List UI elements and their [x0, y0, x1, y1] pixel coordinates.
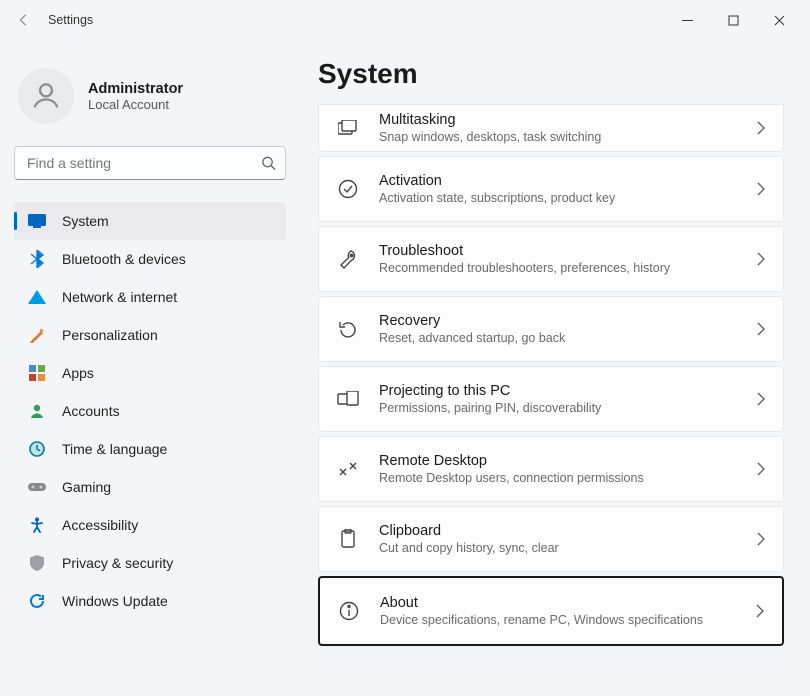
card-about[interactable]: About Device specifications, rename PC, …: [318, 576, 784, 646]
nav-label: Privacy & security: [62, 555, 173, 571]
nav-label: Network & internet: [62, 289, 177, 305]
card-list: Multitasking Snap windows, desktops, tas…: [318, 104, 784, 646]
chevron-right-icon: [757, 322, 765, 336]
user-profile[interactable]: Administrator Local Account: [18, 68, 282, 124]
nav-item-apps[interactable]: Apps: [14, 354, 286, 392]
nav-label: Accounts: [62, 403, 120, 419]
card-activation[interactable]: Activation Activation state, subscriptio…: [318, 156, 784, 222]
multitasking-icon: [337, 117, 359, 139]
activation-icon: [337, 178, 359, 200]
card-remote[interactable]: Remote Desktop Remote Desktop users, con…: [318, 436, 784, 502]
card-multitasking[interactable]: Multitasking Snap windows, desktops, tas…: [318, 104, 784, 152]
nav-item-system[interactable]: System: [14, 202, 286, 240]
card-title: Remote Desktop: [379, 453, 757, 469]
nav-label: Personalization: [62, 327, 158, 343]
nav-list: System Bluetooth & devices Network & int…: [14, 202, 286, 620]
chevron-right-icon: [757, 392, 765, 406]
card-title: Recovery: [379, 313, 757, 329]
sidebar: Administrator Local Account System Bluet…: [0, 40, 300, 696]
nav-label: Gaming: [62, 479, 111, 495]
accessibility-icon: [28, 516, 46, 534]
card-sub: Reset, advanced startup, go back: [379, 331, 757, 345]
chevron-right-icon: [757, 252, 765, 266]
system-icon: [28, 212, 46, 230]
chevron-right-icon: [757, 182, 765, 196]
nav-item-update[interactable]: Windows Update: [14, 582, 286, 620]
card-title: About: [380, 595, 756, 611]
nav-label: System: [62, 213, 109, 229]
card-recovery[interactable]: Recovery Reset, advanced startup, go bac…: [318, 296, 784, 362]
minimize-button[interactable]: [664, 4, 710, 36]
card-sub: Device specifications, rename PC, Window…: [380, 613, 756, 627]
privacy-icon: [28, 554, 46, 572]
search-icon: [261, 156, 276, 171]
window-title: Settings: [48, 13, 93, 27]
nav-label: Windows Update: [62, 593, 168, 609]
window-controls: [664, 4, 802, 36]
card-title: Projecting to this PC: [379, 383, 757, 399]
card-sub: Activation state, subscriptions, product…: [379, 191, 757, 205]
nav-item-accessibility[interactable]: Accessibility: [14, 506, 286, 544]
maximize-button[interactable]: [710, 4, 756, 36]
accounts-icon: [28, 402, 46, 420]
nav-item-accounts[interactable]: Accounts: [14, 392, 286, 430]
chevron-right-icon: [757, 121, 765, 135]
back-button[interactable]: [8, 4, 40, 36]
user-name: Administrator: [88, 81, 183, 97]
card-title: Activation: [379, 173, 757, 189]
close-button[interactable]: [756, 4, 802, 36]
chevron-right-icon: [757, 532, 765, 546]
nav-item-gaming[interactable]: Gaming: [14, 468, 286, 506]
personalization-icon: [28, 326, 46, 344]
titlebar: Settings: [0, 0, 810, 40]
nav-label: Accessibility: [62, 517, 138, 533]
troubleshoot-icon: [337, 248, 359, 270]
nav-label: Time & language: [62, 441, 167, 457]
card-sub: Remote Desktop users, connection permiss…: [379, 471, 757, 485]
page-title: System: [318, 58, 784, 90]
remote-icon: [337, 458, 359, 480]
nav-item-time[interactable]: Time & language: [14, 430, 286, 468]
nav-item-privacy[interactable]: Privacy & security: [14, 544, 286, 582]
bluetooth-icon: [28, 250, 46, 268]
nav-label: Apps: [62, 365, 94, 381]
gaming-icon: [28, 478, 46, 496]
search-input[interactable]: [14, 146, 286, 180]
network-icon: [28, 288, 46, 306]
about-icon: [338, 600, 360, 622]
apps-icon: [28, 364, 46, 382]
chevron-right-icon: [757, 462, 765, 476]
recovery-icon: [337, 318, 359, 340]
card-title: Clipboard: [379, 523, 757, 539]
card-sub: Cut and copy history, sync, clear: [379, 541, 757, 555]
clipboard-icon: [337, 528, 359, 550]
projecting-icon: [337, 388, 359, 410]
avatar: [18, 68, 74, 124]
card-title: Multitasking: [379, 112, 757, 128]
update-icon: [28, 592, 46, 610]
chevron-right-icon: [756, 604, 764, 618]
card-troubleshoot[interactable]: Troubleshoot Recommended troubleshooters…: [318, 226, 784, 292]
nav-label: Bluetooth & devices: [62, 251, 186, 267]
card-sub: Snap windows, desktops, task switching: [379, 130, 757, 144]
card-projecting[interactable]: Projecting to this PC Permissions, pairi…: [318, 366, 784, 432]
search-field: [14, 146, 286, 180]
time-icon: [28, 440, 46, 458]
card-sub: Recommended troubleshooters, preferences…: [379, 261, 757, 275]
nav-item-network[interactable]: Network & internet: [14, 278, 286, 316]
user-account-type: Local Account: [88, 97, 183, 112]
card-clipboard[interactable]: Clipboard Cut and copy history, sync, cl…: [318, 506, 784, 572]
card-sub: Permissions, pairing PIN, discoverabilit…: [379, 401, 757, 415]
content: System Multitasking Snap windows, deskto…: [300, 40, 810, 696]
nav-item-bluetooth[interactable]: Bluetooth & devices: [14, 240, 286, 278]
nav-item-personalization[interactable]: Personalization: [14, 316, 286, 354]
card-title: Troubleshoot: [379, 243, 757, 259]
